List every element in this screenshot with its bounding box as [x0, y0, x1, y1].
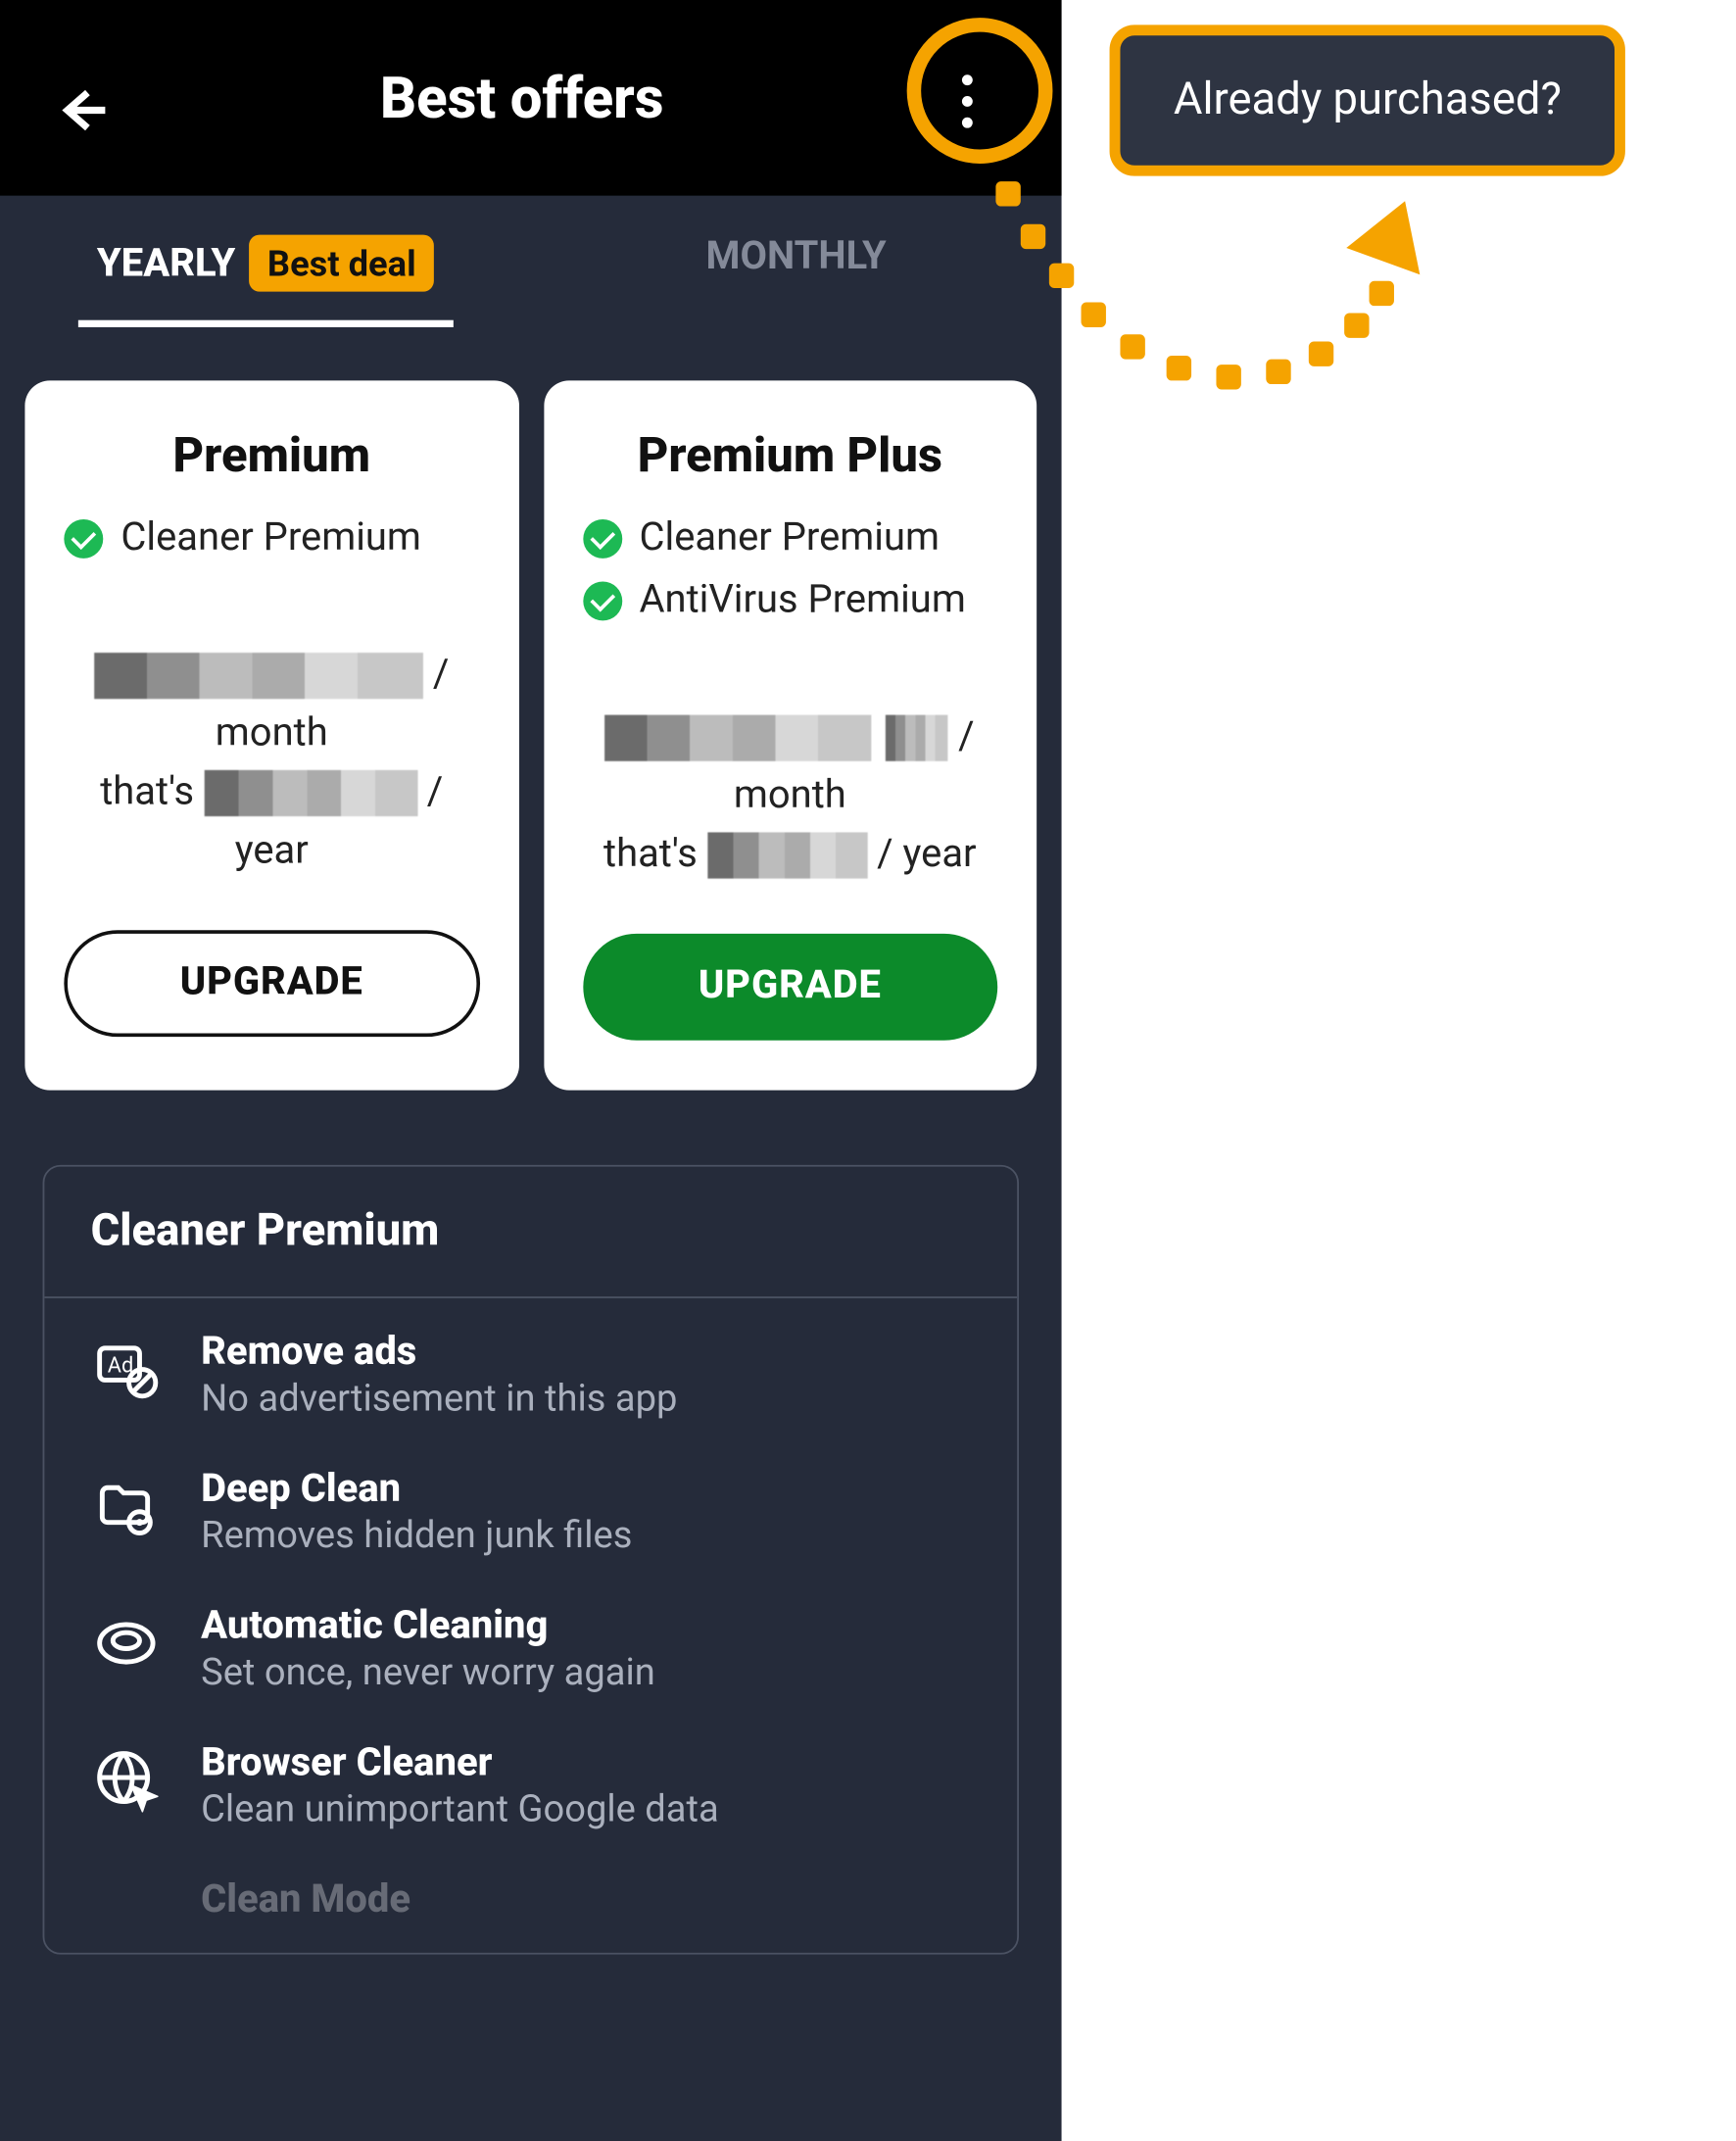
folder-eye-icon [91, 1470, 163, 1541]
price-block: / month that's / year [64, 645, 479, 880]
feature-item: Deep Clean Removes hidden junk files [44, 1435, 1017, 1572]
redacted-price [605, 714, 872, 760]
upgrade-premium-button[interactable]: UPGRADE [64, 930, 479, 1037]
price-block: / month that's / year [582, 707, 997, 884]
upgrade-premium-plus-button[interactable]: UPGRADE [582, 933, 997, 1040]
feature-head: Remove ads [201, 1330, 677, 1374]
feature-head: Clean Mode [201, 1877, 410, 1922]
check-icon [64, 519, 103, 559]
feature-head: Browser Cleaner [201, 1740, 719, 1784]
tab-yearly-label: YEARLY [97, 241, 235, 285]
page-title: Best offers [44, 64, 999, 131]
feature-sub: Removes hidden junk files [201, 1515, 632, 1558]
more-vertical-icon [962, 96, 973, 107]
billing-tabs: YEARLY Best deal MONTHLY [0, 196, 1062, 327]
plan-cards: Premium Cleaner Premium / month that's /… [0, 327, 1062, 1090]
features-panel-title: Cleaner Premium [44, 1166, 1017, 1297]
tab-monthly-label: MONTHLY [706, 235, 887, 279]
feature-item: Clean Mode [44, 1845, 1017, 1952]
feature-sub: Clean unimportant Google data [201, 1788, 719, 1831]
already-purchased-label: Already purchased? [1174, 74, 1562, 126]
plan-feature: Cleaner Premium [64, 512, 479, 567]
robot-vacuum-icon [91, 1607, 163, 1679]
globe-cursor-icon [91, 1744, 163, 1816]
plan-feature: AntiVirus Premium [582, 574, 997, 629]
plan-feature: Cleaner Premium [582, 512, 997, 567]
feature-head: Automatic Cleaning [201, 1603, 655, 1647]
best-deal-badge: Best deal [250, 235, 434, 292]
feature-item: Browser Cleaner Clean unimportant Google… [44, 1708, 1017, 1845]
sparkle-icon [91, 1881, 163, 1953]
tab-yearly[interactable]: YEARLY Best deal [0, 235, 531, 327]
feature-item: Automatic Cleaning Set once, never worry… [44, 1572, 1017, 1709]
plan-title: Premium [64, 427, 479, 484]
plan-title: Premium Plus [582, 427, 997, 484]
tab-monthly[interactable]: MONTHLY [531, 235, 1062, 327]
app-header: Best offers [0, 0, 1062, 196]
plan-card-premium-plus: Premium Plus Cleaner Premium AntiVirus P… [543, 380, 1037, 1089]
check-icon [582, 519, 621, 559]
redacted-price [204, 770, 417, 816]
redacted-price [887, 714, 949, 760]
ad-block-icon: Ad [91, 1334, 163, 1405]
feature-sub: Set once, never worry again [201, 1651, 655, 1694]
more-menu-button[interactable] [905, 39, 1030, 164]
back-button[interactable] [44, 74, 116, 146]
redacted-price [94, 653, 423, 699]
plan-card-premium: Premium Cleaner Premium / month that's /… [24, 380, 518, 1089]
already-purchased-popup[interactable]: Already purchased? [1110, 24, 1626, 175]
check-icon [582, 581, 621, 620]
feature-head: Deep Clean [201, 1467, 632, 1511]
features-panel: Cleaner Premium Ad Remove ads No adverti… [43, 1164, 1019, 1954]
redacted-price [707, 832, 867, 878]
feature-sub: No advertisement in this app [201, 1378, 677, 1421]
feature-item: Ad Remove ads No advertisement in this a… [44, 1297, 1017, 1435]
